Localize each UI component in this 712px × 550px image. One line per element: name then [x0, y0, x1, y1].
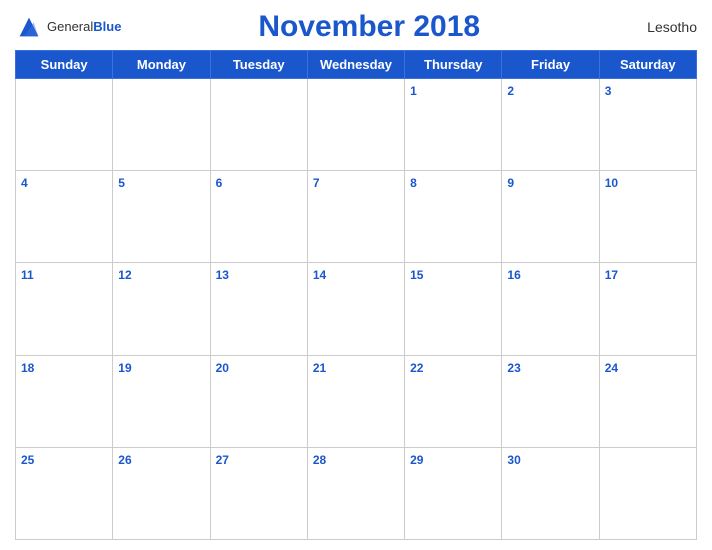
calendar-day: 1 [405, 79, 502, 171]
day-number: 25 [21, 453, 34, 467]
calendar-day: 12 [113, 263, 210, 355]
calendar-day: 30 [502, 447, 599, 539]
header-monday: Monday [113, 51, 210, 79]
calendar-header: GeneralBlue November 2018 Lesotho [15, 10, 697, 44]
day-number: 5 [118, 176, 125, 190]
day-number: 23 [507, 361, 520, 375]
generalblue-logo-icon [15, 13, 43, 41]
header-saturday: Saturday [599, 51, 696, 79]
calendar-day: 22 [405, 355, 502, 447]
calendar-title: November 2018 [121, 10, 617, 44]
week-row-2: 4 5 6 7 8 9 10 [16, 171, 697, 263]
week-row-1: 1 2 3 [16, 79, 697, 171]
calendar-day: 4 [16, 171, 113, 263]
calendar-body: 1234567891011121314151617181920212223242… [16, 79, 697, 540]
calendar-day: 27 [210, 447, 307, 539]
calendar-day: 17 [599, 263, 696, 355]
calendar-day [16, 79, 113, 171]
day-number: 21 [313, 361, 326, 375]
day-number: 15 [410, 268, 423, 282]
calendar-day: 5 [113, 171, 210, 263]
calendar-day: 29 [405, 447, 502, 539]
logo-label: GeneralBlue [47, 18, 121, 36]
calendar-day: 14 [307, 263, 404, 355]
logo-blue-text: Blue [93, 19, 121, 34]
calendar-day: 16 [502, 263, 599, 355]
calendar-day: 24 [599, 355, 696, 447]
day-number: 29 [410, 453, 423, 467]
day-number: 20 [216, 361, 229, 375]
calendar-day: 9 [502, 171, 599, 263]
day-number: 22 [410, 361, 423, 375]
calendar-day [307, 79, 404, 171]
calendar-day: 23 [502, 355, 599, 447]
calendar-day: 21 [307, 355, 404, 447]
header-sunday: Sunday [16, 51, 113, 79]
calendar-day: 2 [502, 79, 599, 171]
logo-general-text: General [47, 19, 93, 34]
day-number: 1 [410, 84, 417, 98]
day-number: 17 [605, 268, 618, 282]
day-number: 9 [507, 176, 514, 190]
header-tuesday: Tuesday [210, 51, 307, 79]
day-number: 28 [313, 453, 326, 467]
calendar-day: 3 [599, 79, 696, 171]
day-number: 4 [21, 176, 28, 190]
calendar-day: 15 [405, 263, 502, 355]
logo-area: GeneralBlue [15, 13, 121, 41]
calendar-day: 7 [307, 171, 404, 263]
day-number: 11 [21, 268, 34, 282]
calendar-day: 28 [307, 447, 404, 539]
calendar-day: 10 [599, 171, 696, 263]
day-number: 27 [216, 453, 229, 467]
calendar-table: Sunday Monday Tuesday Wednesday Thursday… [15, 50, 697, 540]
day-number: 18 [21, 361, 34, 375]
day-number: 6 [216, 176, 223, 190]
day-number: 13 [216, 268, 229, 282]
calendar-day [599, 447, 696, 539]
calendar-day: 25 [16, 447, 113, 539]
country-label: Lesotho [617, 19, 697, 35]
day-number: 16 [507, 268, 520, 282]
calendar-day: 11 [16, 263, 113, 355]
day-number: 14 [313, 268, 326, 282]
day-number: 26 [118, 453, 131, 467]
day-number: 12 [118, 268, 131, 282]
day-number: 3 [605, 84, 612, 98]
day-number: 30 [507, 453, 520, 467]
header-wednesday: Wednesday [307, 51, 404, 79]
calendar-day: 6 [210, 171, 307, 263]
calendar-day: 8 [405, 171, 502, 263]
calendar-day: 18 [16, 355, 113, 447]
calendar-day [113, 79, 210, 171]
week-row-3: 11 12 13 14 15 16 17 [16, 263, 697, 355]
week-row-5: 25 26 27 28 29 30 [16, 447, 697, 539]
header-thursday: Thursday [405, 51, 502, 79]
day-number: 24 [605, 361, 618, 375]
calendar-wrapper: GeneralBlue November 2018 Lesotho Sunday… [0, 0, 712, 550]
header-friday: Friday [502, 51, 599, 79]
day-number: 7 [313, 176, 320, 190]
calendar-day [210, 79, 307, 171]
day-number: 10 [605, 176, 618, 190]
day-number: 19 [118, 361, 131, 375]
day-number: 2 [507, 84, 514, 98]
week-row-4: 18 19 20 21 22 23 24 [16, 355, 697, 447]
calendar-day: 26 [113, 447, 210, 539]
calendar-day: 20 [210, 355, 307, 447]
weekday-header-row: Sunday Monday Tuesday Wednesday Thursday… [16, 51, 697, 79]
day-number: 8 [410, 176, 417, 190]
calendar-day: 19 [113, 355, 210, 447]
calendar-day: 13 [210, 263, 307, 355]
